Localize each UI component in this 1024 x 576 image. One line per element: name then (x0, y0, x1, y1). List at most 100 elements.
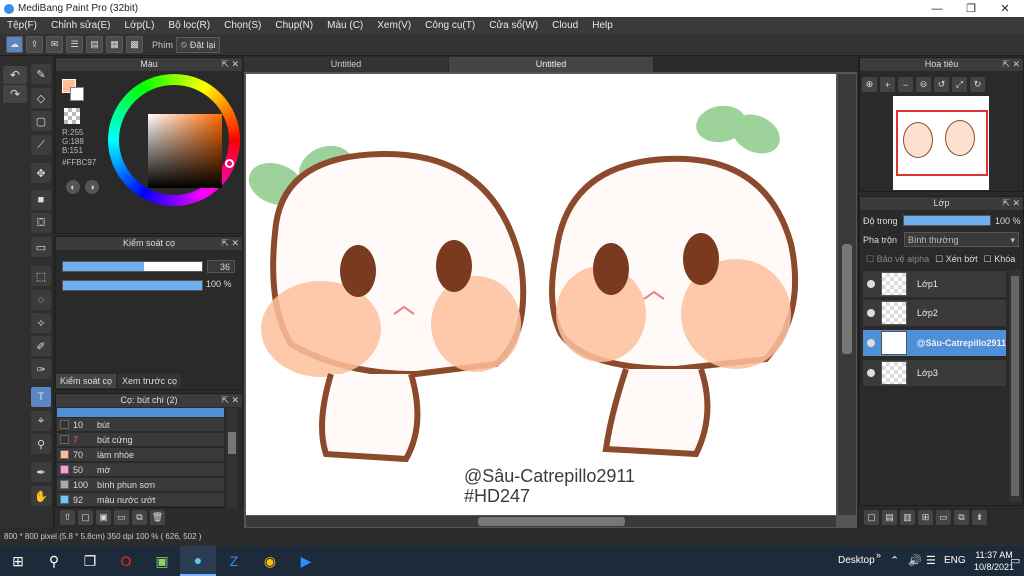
comment-icon[interactable]: ✉ (46, 36, 63, 53)
brush-list-scrollbar[interactable] (226, 408, 238, 508)
brush-item[interactable]: 50 mờ (57, 463, 224, 477)
layer-row-selected[interactable]: @Sâu-Catrepillo2911 (862, 329, 1007, 357)
eye-icon[interactable] (867, 309, 875, 317)
new-8bit-layer-icon[interactable]: ▥ (900, 510, 915, 525)
zalo-icon[interactable]: Z (216, 546, 252, 576)
hand-tool-icon[interactable]: ✋ (31, 486, 51, 506)
search-icon[interactable]: ⚲ (36, 546, 72, 576)
select-rect-icon[interactable]: ⬚ (31, 266, 51, 286)
new-brush-icon[interactable]: ▢ (78, 510, 93, 525)
menu-color[interactable]: Màu (C) (320, 20, 370, 31)
brush-item[interactable]: 100 bình phun sơn (57, 478, 224, 492)
clock[interactable]: 11:37 AM 10/8/2021 (974, 549, 1014, 573)
menu-tools[interactable]: Công cụ(T) (418, 20, 482, 31)
lasso-icon[interactable]: ◌ (31, 290, 51, 310)
cloud-brush-icon[interactable]: ⇧ (60, 510, 75, 525)
notification-icon[interactable]: ☰ (926, 554, 936, 567)
menu-help[interactable]: Help (585, 20, 620, 31)
eraser-tool-icon[interactable]: ◇ (31, 88, 51, 108)
drawing-canvas[interactable]: @Sâu-Catrepillo2911 #HD247 (246, 74, 836, 515)
brush-item[interactable]: 92 màu nước ướt (57, 493, 224, 507)
layer-row[interactable]: Lớp2 (862, 299, 1007, 327)
cloud-icon[interactable]: ☁ (6, 36, 23, 53)
chat-icon[interactable]: ☰ (66, 36, 83, 53)
doc-tab[interactable]: Untitled (449, 57, 653, 72)
menu-layer[interactable]: Lớp(L) (118, 20, 162, 31)
fit-screen-icon[interactable]: ⤢ (952, 77, 967, 92)
language-indicator[interactable]: ENG (944, 555, 966, 566)
menu-filter[interactable]: Bộ lọc(R) (161, 20, 217, 31)
brush-item[interactable]: 70 làm nhòe (57, 448, 224, 462)
new-layer-icon[interactable]: ▢ (864, 510, 879, 525)
layer-row[interactable]: Lớp3 (862, 359, 1007, 387)
eye-icon[interactable] (867, 339, 875, 347)
chevron-icon[interactable]: » (876, 550, 881, 560)
pen-tool-icon[interactable]: ✒ (31, 462, 51, 482)
color-wheel[interactable] (108, 74, 240, 206)
saturation-square[interactable] (148, 114, 222, 188)
page-icon[interactable]: ▤ (86, 36, 103, 53)
vertical-scrollbar[interactable] (838, 74, 856, 515)
blend-mode-select[interactable]: Bình thường ▾ (904, 232, 1019, 247)
eye-icon[interactable] (867, 369, 875, 377)
folder-icon[interactable]: ▭ (114, 510, 129, 525)
line-tool-icon[interactable]: ⟋ (31, 135, 51, 155)
zoom-out-icon[interactable]: − (898, 77, 913, 92)
transparent-swatch[interactable] (64, 108, 80, 124)
dot-tool-icon[interactable]: ▢ (31, 111, 51, 131)
rotate-right-icon[interactable]: ↻ (970, 77, 985, 92)
eye-icon[interactable] (867, 280, 875, 288)
add-layer-menu-icon[interactable]: ⊞ (918, 510, 933, 525)
select-pen-icon[interactable]: ✐ (31, 336, 51, 356)
merge-layer-icon[interactable]: ⇟ (972, 510, 987, 525)
windows-start-icon[interactable]: ⊞ (0, 546, 36, 576)
menu-cloud[interactable]: Cloud (545, 20, 585, 31)
new-halftone-layer-icon[interactable]: ▤ (882, 510, 897, 525)
zoom-in-icon[interactable]: + (880, 77, 895, 92)
layer-row[interactable]: Lớp1 (862, 270, 1007, 298)
secondary-color-swatch[interactable] (70, 87, 84, 101)
task-view-icon[interactable]: ❐ (72, 546, 108, 576)
lock-checkbox[interactable]: ☐ Khóa (984, 254, 1016, 265)
bucket-icon[interactable]: ⛋ (31, 213, 51, 233)
chrome-icon[interactable]: ◉ (252, 546, 288, 576)
copy-brush-icon[interactable]: ⧉ (132, 510, 147, 525)
tab-brush-control[interactable]: Kiểm soát cọ (56, 374, 117, 388)
menu-view[interactable]: Xem(V) (370, 20, 418, 31)
delete-brush-icon[interactable]: 🗑 (150, 510, 165, 525)
horizontal-scrollbar[interactable] (246, 516, 836, 527)
panel-close-icon[interactable]: ⇱ ✕ (1002, 58, 1020, 71)
minimize-button[interactable]: — (920, 0, 954, 17)
folder-icon[interactable]: ▭ (936, 510, 951, 525)
fill-rect-icon[interactable]: ■ (31, 190, 51, 210)
zoom-app-icon[interactable]: ▶ (288, 546, 324, 576)
volume-icon[interactable]: 🔊 (908, 554, 922, 567)
snap-reset-button[interactable]: ⦸ Đặt lại (176, 36, 221, 53)
brush-opacity-slider[interactable] (62, 280, 203, 291)
action-center-icon[interactable]: ▭ (1010, 554, 1020, 567)
zoom-reset-icon[interactable]: ⊖ (916, 77, 931, 92)
share-icon[interactable]: ⇪ (26, 36, 43, 53)
brush-item[interactable]: 7 bút cứng (57, 433, 224, 447)
brush-selected-row[interactable] (57, 408, 224, 417)
layer-list-scrollbar[interactable] (1009, 270, 1021, 502)
add-brush-icon[interactable]: ▣ (96, 510, 111, 525)
doc-tab[interactable]: Untitled (244, 57, 448, 72)
menu-snap[interactable]: Chụp(N) (268, 20, 320, 31)
palette-icon[interactable]: ◐ (66, 180, 80, 194)
panel-close-icon[interactable]: ⇱ ✕ (221, 394, 239, 407)
game-icon[interactable]: ▣ (144, 546, 180, 576)
medibang-icon[interactable]: ● (180, 546, 216, 576)
zoom-fit-icon[interactable]: ⊕ (862, 77, 877, 92)
menu-edit[interactable]: Chỉnh sửa(E) (44, 20, 118, 31)
palette-add-icon[interactable]: ◑ (85, 180, 99, 194)
redo-icon[interactable]: ↷ (3, 85, 27, 103)
eyedropper-icon[interactable]: ⚲ (31, 434, 51, 454)
menu-file[interactable]: Tệp(F) (0, 20, 44, 31)
move-tool-icon[interactable]: ✥ (31, 163, 51, 183)
brush-size-slider[interactable] (62, 261, 203, 272)
panel-close-icon[interactable]: ⇱ ✕ (221, 237, 239, 250)
panel-close-icon[interactable]: ⇱ ✕ (1002, 197, 1020, 210)
select-eraser-icon[interactable]: ✑ (31, 359, 51, 379)
rotate-left-icon[interactable]: ↺ (934, 77, 949, 92)
